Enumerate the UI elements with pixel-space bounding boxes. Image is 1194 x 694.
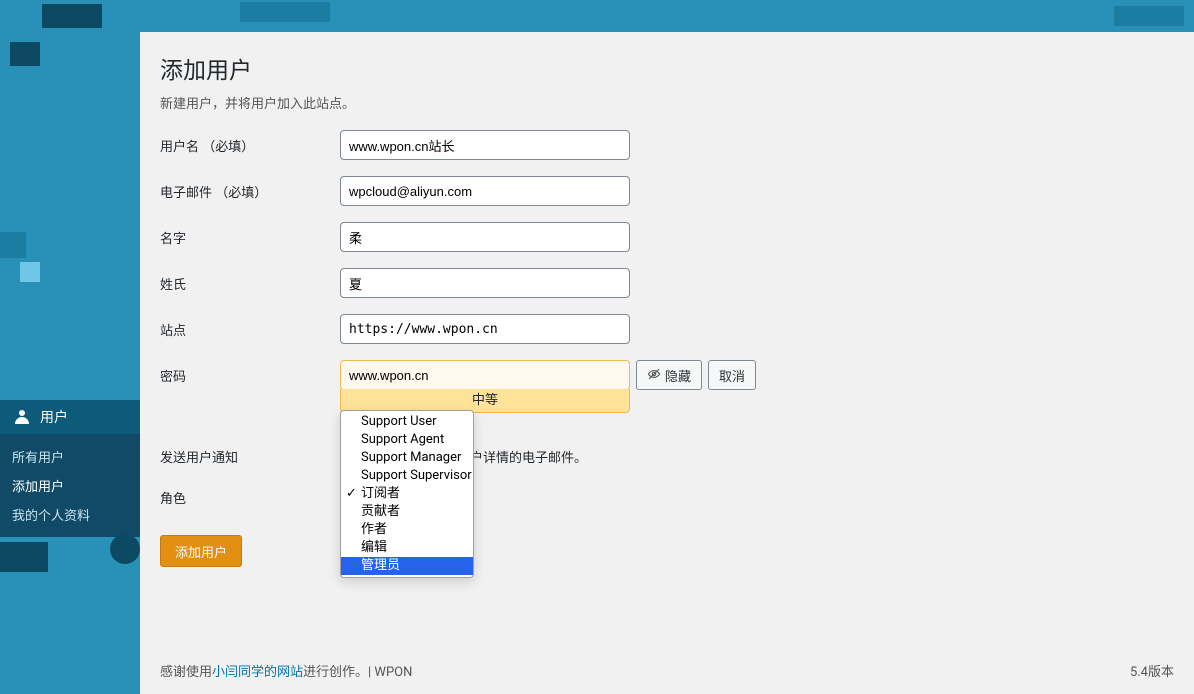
role-option-subscriber[interactable]: 订阅者	[341, 485, 473, 503]
admin-sidebar: 用户 所有用户 添加用户 我的个人资料	[0, 32, 140, 694]
role-option-author[interactable]: 作者	[341, 521, 473, 539]
sidebar-item-label: 用户	[40, 407, 68, 427]
user-icon	[12, 407, 32, 427]
footer-credits: 感谢使用小闫同学的网站进行创作。| WPON	[160, 661, 412, 680]
eye-slash-icon	[647, 367, 661, 384]
admin-top-bar	[0, 0, 1194, 32]
first-name-label: 名字	[160, 222, 340, 247]
first-name-input[interactable]	[340, 222, 630, 252]
hide-password-button[interactable]: 隐藏	[636, 360, 702, 390]
password-input[interactable]	[340, 360, 630, 390]
role-option-admin[interactable]: 管理员	[341, 557, 473, 575]
sidebar-sub-profile[interactable]: 我的个人资料	[0, 500, 140, 529]
role-dropdown[interactable]: Support User Support Agent Support Manag…	[340, 410, 474, 578]
sidebar-sub-all-users[interactable]: 所有用户	[0, 442, 140, 471]
last-name-input[interactable]	[340, 268, 630, 298]
email-input[interactable]	[340, 176, 630, 206]
role-option-support-supervisor[interactable]: Support Supervisor	[341, 467, 473, 485]
role-option-support-agent[interactable]: Support Agent	[341, 431, 473, 449]
page-description: 新建用户，并将用户加入此站点。	[160, 93, 1174, 112]
role-option-support-user[interactable]: Support User	[341, 413, 473, 431]
username-label: 用户名 （必填）	[160, 130, 340, 155]
footer-version: 5.4版本	[1130, 661, 1174, 680]
role-label: 角色	[160, 482, 340, 507]
add-user-form: 用户名 （必填） 电子邮件 （必填） 名字 姓氏 站点 密码	[160, 130, 1174, 567]
website-label: 站点	[160, 314, 340, 339]
notify-description: 户详情的电子邮件。	[470, 441, 587, 466]
content-area: 添加用户 新建用户，并将用户加入此站点。 用户名 （必填） 电子邮件 （必填） …	[140, 32, 1194, 694]
footer-link[interactable]: 小闫同学的网站	[212, 665, 303, 680]
role-option-support-manager[interactable]: Support Manager	[341, 449, 473, 467]
website-input[interactable]	[340, 314, 630, 344]
role-option-contributor[interactable]: 贡献者	[341, 503, 473, 521]
email-label: 电子邮件 （必填）	[160, 176, 340, 201]
add-user-submit-button[interactable]: 添加用户	[160, 535, 242, 567]
password-label: 密码	[160, 360, 340, 385]
page-title: 添加用户	[160, 42, 1174, 89]
sidebar-item-users[interactable]: 用户	[0, 400, 140, 434]
role-option-editor[interactable]: 编辑	[341, 539, 473, 557]
notify-label: 发送用户通知	[160, 441, 340, 466]
last-name-label: 姓氏	[160, 268, 340, 293]
admin-footer: 感谢使用小闫同学的网站进行创作。| WPON 5.4版本	[140, 650, 1194, 694]
sidebar-sub-add-user[interactable]: 添加用户	[0, 471, 140, 500]
username-input[interactable]	[340, 130, 630, 160]
cancel-password-button[interactable]: 取消	[708, 360, 756, 390]
sidebar-submenu: 所有用户 添加用户 我的个人资料	[0, 434, 140, 537]
